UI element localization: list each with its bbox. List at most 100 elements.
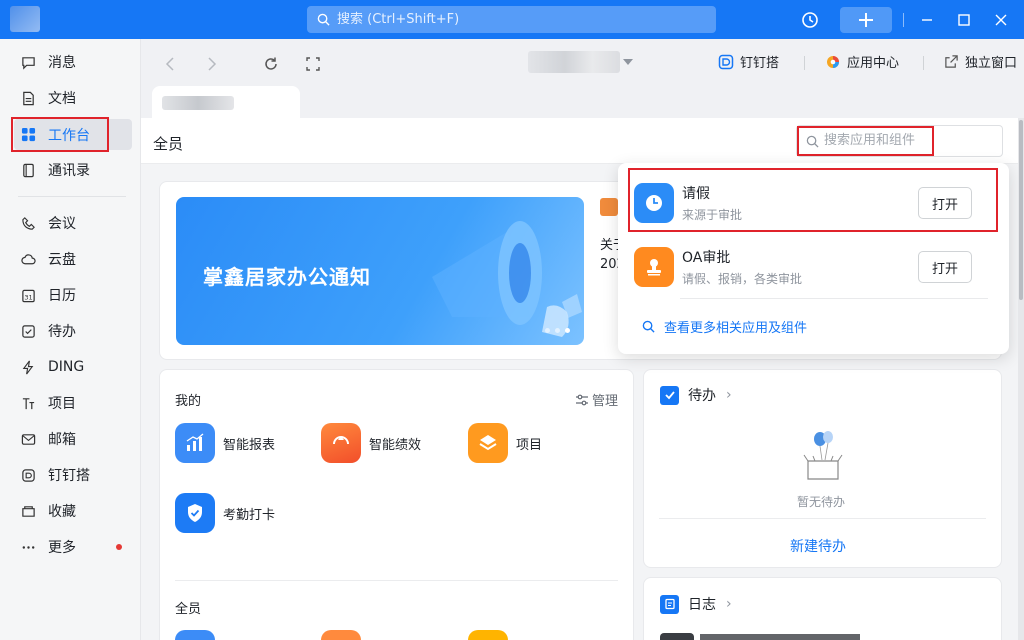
empty-box-illustration: [803, 431, 843, 480]
sidebar-item-label: 钉钉搭: [48, 468, 90, 484]
chevron-right-icon: ›: [726, 596, 732, 612]
fullscreen-button[interactable]: [304, 55, 322, 73]
tab-workbench[interactable]: [152, 86, 300, 118]
sidebar-item-label: 日历: [48, 288, 76, 304]
sidebar-item-workbench[interactable]: 工作台: [11, 117, 132, 152]
search-icon: [642, 320, 655, 333]
scrollbar-thumb[interactable]: [1019, 120, 1023, 300]
project-icon: [468, 423, 508, 463]
app-label: 考勤打卡: [223, 507, 276, 523]
announcement-megaphone-icon: [600, 198, 618, 216]
sidebar-item-label: 收藏: [48, 504, 76, 520]
app-label: 智能报表: [223, 437, 276, 453]
toolbar-divider: [923, 56, 924, 70]
sidebar-item-label: 更多: [48, 540, 76, 556]
search-result-leave[interactable]: 请假 来源于审批 打开: [634, 173, 992, 233]
todo-empty-text: 暂无待办: [797, 495, 846, 509]
more-icon: [20, 539, 36, 555]
open-oa-approval-button[interactable]: 打开: [918, 251, 972, 283]
result-desc: 请假、报销，各类审批: [682, 272, 803, 286]
refresh-button[interactable]: [262, 55, 280, 73]
search-result-oa-approval[interactable]: OA审批 请假、报销，各类审批 打开: [634, 237, 992, 297]
result-desc: 来源于审批: [682, 208, 743, 222]
sidebar-item-dingda[interactable]: 钉钉搭: [14, 460, 132, 490]
chevron-left-icon: [165, 57, 174, 71]
app-icon-partial[interactable]: [175, 630, 215, 640]
global-search-input[interactable]: 搜索 (Ctrl+Shift+F): [307, 6, 716, 33]
sidebar-item-ding[interactable]: DING: [14, 352, 132, 382]
minimize-icon: [922, 19, 932, 21]
search-icon: [317, 13, 330, 26]
dropdown-divider: [680, 298, 988, 299]
app-search-input[interactable]: 搜索应用和组件: [796, 125, 1003, 157]
manage-button[interactable]: 管理: [575, 390, 618, 409]
meeting-icon: [20, 215, 36, 231]
workbench-header: 全员 搜索应用和组件: [141, 118, 1018, 164]
close-button[interactable]: [988, 7, 1014, 33]
result-name: OA审批: [682, 250, 731, 266]
log-avatar-partial: [660, 633, 694, 640]
sidebar-item-docs[interactable]: 文档: [14, 83, 132, 113]
log-header[interactable]: 日志 ›: [660, 594, 732, 614]
back-button[interactable]: [161, 55, 179, 73]
performance-icon: [321, 423, 361, 463]
chevron-right-icon: ›: [726, 387, 732, 403]
section-divider: [175, 580, 618, 581]
external-window-icon: [943, 54, 959, 70]
sidebar-item-favorites[interactable]: 收藏: [14, 496, 132, 526]
minimize-button[interactable]: [914, 7, 940, 33]
app-label: 智能绩效: [369, 437, 422, 453]
sidebar-item-cloud[interactable]: 云盘: [14, 244, 132, 274]
refresh-icon: [265, 57, 277, 70]
chevron-down-icon[interactable]: [623, 59, 633, 65]
result-name: 请假: [682, 186, 710, 202]
maximize-button[interactable]: [951, 7, 977, 33]
app-smart-report[interactable]: 智能报表: [175, 423, 275, 463]
sidebar-item-label: 通讯录: [48, 163, 90, 179]
search-icon: [806, 135, 819, 148]
view-more-link[interactable]: 查看更多相关应用及组件: [642, 317, 807, 336]
sidebar-item-label: 待办: [48, 324, 76, 340]
maximize-icon: [958, 14, 970, 26]
sidebar-item-mail[interactable]: 邮箱: [14, 424, 132, 454]
sidebar-item-more[interactable]: 更多: [14, 532, 132, 562]
sidebar-item-label: 项目: [48, 396, 76, 412]
carousel-dots[interactable]: [545, 328, 570, 333]
stamp-icon: [634, 247, 674, 287]
app-center-label: 应用中心: [847, 56, 900, 71]
sidebar-item-label: 云盘: [48, 252, 76, 268]
sidebar-item-meeting[interactable]: 会议: [14, 208, 132, 238]
todo-header[interactable]: 待办 ›: [660, 385, 732, 405]
app-project[interactable]: 项目: [468, 423, 542, 463]
open-leave-button[interactable]: 打开: [918, 187, 972, 219]
app-smart-performance[interactable]: 智能绩效: [321, 423, 421, 463]
manage-label: 管理: [592, 394, 619, 409]
close-icon: [995, 14, 1007, 26]
standalone-window-link[interactable]: 独立窗口: [943, 52, 1017, 71]
todo-divider: [659, 518, 986, 519]
new-todo-button[interactable]: 新建待办: [790, 536, 846, 556]
sidebar-item-project[interactable]: 项目: [14, 388, 132, 418]
history-button[interactable]: [797, 7, 823, 33]
sidebar-item-messages[interactable]: 消息: [14, 47, 132, 77]
log-icon: [660, 594, 679, 614]
global-search-placeholder: 搜索 (Ctrl+Shift+F): [337, 12, 460, 27]
mail-icon: [20, 431, 36, 447]
user-avatar[interactable]: [10, 6, 40, 32]
fullscreen-icon: [306, 57, 320, 71]
sidebar-item-calendar[interactable]: 31 日历: [14, 280, 132, 310]
sidebar-item-contacts[interactable]: 通讯录: [14, 155, 132, 185]
todo-icon: [20, 323, 36, 339]
announcement-banner[interactable]: 掌鑫居家办公通知: [176, 197, 584, 345]
dingda-icon: [718, 54, 734, 70]
app-icon-partial[interactable]: [468, 630, 508, 640]
app-icon-partial[interactable]: [321, 630, 361, 640]
app-center-link[interactable]: 应用中心: [825, 52, 899, 71]
forward-button[interactable]: [203, 55, 221, 73]
create-button[interactable]: [840, 7, 892, 33]
app-attendance[interactable]: 考勤打卡: [175, 493, 275, 533]
sidebar-item-todo[interactable]: 待办: [14, 316, 132, 346]
chart-icon: [175, 423, 215, 463]
dingda-link[interactable]: 钉钉搭: [718, 52, 779, 71]
organization-name-blurred[interactable]: [528, 51, 620, 73]
